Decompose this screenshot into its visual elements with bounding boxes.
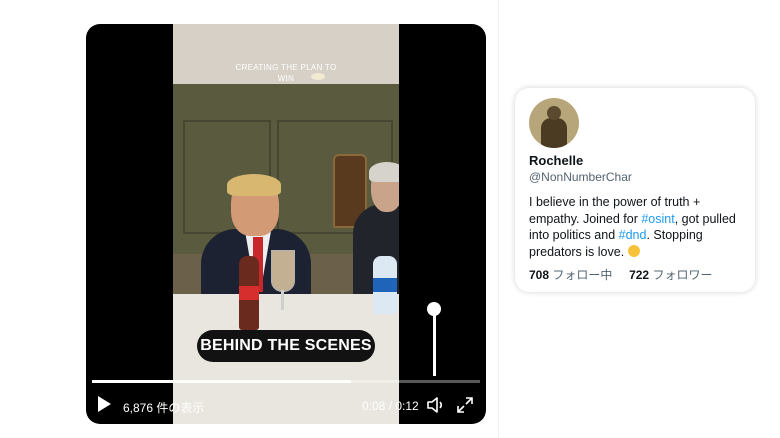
progress-fill bbox=[92, 380, 351, 383]
volume-slider[interactable] bbox=[433, 310, 436, 376]
avatar[interactable] bbox=[529, 98, 579, 148]
wine-glass bbox=[271, 250, 295, 292]
speaker-icon[interactable] bbox=[426, 396, 446, 414]
video-frame[interactable]: CREATING THE PLAN TO WIN BEHIND THE SCEN… bbox=[173, 24, 399, 424]
video-caption-main: BEHIND THE SCENES bbox=[197, 330, 375, 362]
profile-bio: I believe in the power of truth + empath… bbox=[529, 195, 736, 259]
video-caption-top: CREATING THE PLAN TO WIN bbox=[235, 63, 337, 83]
play-icon[interactable] bbox=[98, 396, 111, 412]
hashtag-link[interactable]: #dnd bbox=[619, 228, 647, 242]
following-link[interactable]: 708 フォロー中 bbox=[529, 268, 612, 282]
followers-link[interactable]: 722 フォロワー bbox=[629, 268, 712, 282]
cola-bottle bbox=[239, 256, 259, 330]
user-handle[interactable]: @NonNumberChar bbox=[529, 170, 632, 184]
hashtag-link[interactable]: #osint bbox=[641, 212, 674, 226]
time-display: 0:08 / 0:12 bbox=[362, 399, 419, 413]
follow-stats: 708 フォロー中 722 フォロワー bbox=[529, 266, 712, 283]
profile-hover-card: Rochelle @NonNumberChar I believe in the… bbox=[515, 88, 755, 292]
wine-glass-stem bbox=[281, 290, 284, 310]
fist-emoji-icon bbox=[627, 244, 640, 257]
water-bottle bbox=[373, 256, 397, 314]
view-count: 6,876 件の表示 bbox=[123, 401, 205, 415]
display-name[interactable]: Rochelle bbox=[529, 153, 583, 168]
timeline-divider bbox=[498, 0, 499, 438]
video-player[interactable]: CREATING THE PLAN TO WIN BEHIND THE SCEN… bbox=[86, 24, 486, 424]
volume-slider-handle[interactable] bbox=[427, 302, 441, 316]
progress-bar[interactable] bbox=[92, 380, 480, 383]
expand-icon[interactable] bbox=[456, 396, 474, 414]
